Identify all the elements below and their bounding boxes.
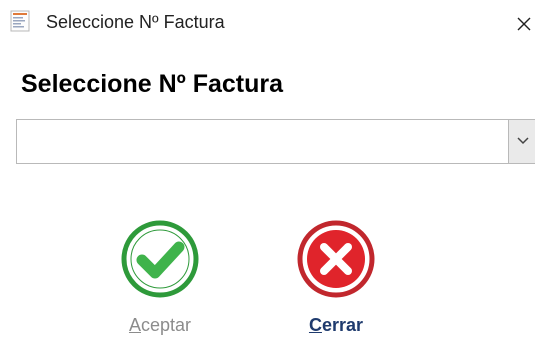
- accept-label: Aceptar: [128, 315, 192, 335]
- window-title: Seleccione Nº Factura: [46, 12, 225, 32]
- page-heading: Seleccione Nº Factura: [21, 70, 284, 98]
- title-bar: Seleccione Nº Factura: [0, 0, 535, 46]
- x-circle-icon: [296, 219, 376, 299]
- close-icon[interactable]: [512, 10, 535, 36]
- close-label: Cerrar: [308, 315, 364, 335]
- chevron-down-icon: [517, 137, 529, 145]
- close-button[interactable]: Cerrar: [276, 215, 396, 335]
- accept-button[interactable]: Aceptar: [100, 215, 220, 335]
- form-icon: [10, 10, 30, 32]
- invoice-number-select[interactable]: [16, 119, 535, 164]
- check-circle-icon: [120, 219, 200, 299]
- dropdown-button[interactable]: [508, 120, 535, 163]
- dialog-window: Seleccione Nº Factura Seleccione Nº Fact…: [0, 0, 535, 338]
